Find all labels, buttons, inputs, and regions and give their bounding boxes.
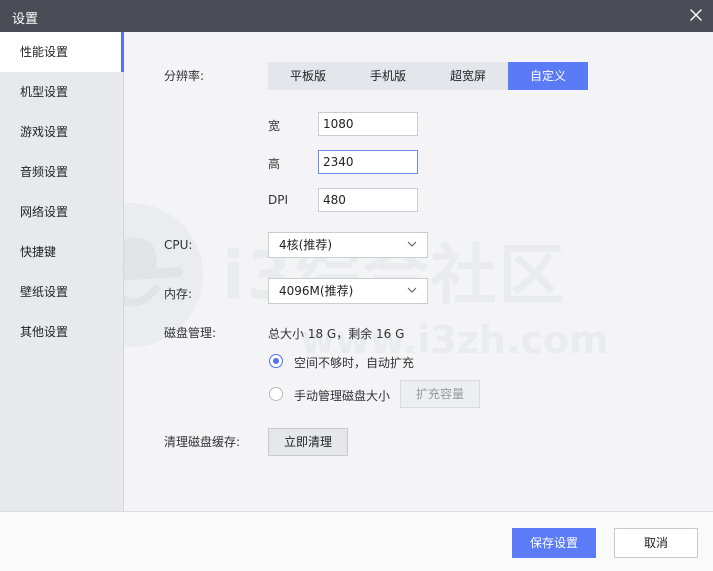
resolution-selector: 平板版 手机版 超宽屏 自定义 — [268, 62, 588, 90]
sidebar-item-other[interactable]: 其他设置 — [0, 312, 123, 352]
cpu-label: CPU: — [164, 238, 193, 252]
sidebar-item-label: 其他设置 — [20, 325, 69, 339]
clear-cache-label: 清理磁盘缓存: — [164, 435, 241, 449]
disk-management-label: 磁盘管理: — [164, 326, 217, 340]
resolution-option-custom[interactable]: 自定义 — [508, 62, 588, 90]
memory-label: 内存: — [164, 287, 193, 301]
sidebar-item-label: 游戏设置 — [20, 125, 69, 139]
sidebar-item-device-model[interactable]: 机型设置 — [0, 72, 123, 112]
close-icon[interactable] — [687, 6, 705, 24]
chevron-down-icon — [407, 287, 417, 293]
expand-capacity-button[interactable]: 扩充容量 — [400, 380, 480, 408]
sidebar-item-label: 性能设置 — [20, 45, 69, 59]
sidebar-item-performance[interactable]: 性能设置 — [0, 32, 124, 72]
sidebar-item-wallpaper[interactable]: 壁纸设置 — [0, 272, 123, 312]
disk-manual-radio[interactable] — [269, 387, 283, 401]
sidebar-item-network[interactable]: 网络设置 — [0, 192, 123, 232]
sidebar-item-label: 壁纸设置 — [20, 285, 69, 299]
sidebar-item-shortcuts[interactable]: 快捷键 — [0, 232, 123, 272]
settings-sidebar: 性能设置 机型设置 游戏设置 音频设置 网络设置 快捷键 壁纸设置 其他设置 — [0, 32, 124, 511]
memory-select-value: 4096M(推荐) — [279, 284, 354, 298]
performance-settings-panel: 分辨率: 平板版 手机版 超宽屏 自定义 宽 高 DPI CPU: 4核(推荐)… — [124, 32, 713, 511]
resolution-option-phone[interactable]: 手机版 — [348, 62, 428, 90]
width-label: 宽 — [268, 119, 281, 133]
clear-now-button[interactable]: 立即清理 — [268, 428, 348, 456]
dpi-label: DPI — [268, 193, 289, 207]
cancel-button[interactable]: 取消 — [614, 528, 698, 558]
chevron-down-icon — [407, 241, 417, 247]
sidebar-item-label: 网络设置 — [20, 205, 69, 219]
resolution-label: 分辨率: — [164, 69, 205, 83]
disk-auto-expand-radio[interactable] — [269, 354, 283, 368]
disk-manual-label[interactable]: 手动管理磁盘大小 — [294, 387, 390, 404]
height-input[interactable] — [318, 150, 418, 174]
disk-auto-expand-label[interactable]: 空间不够时，自动扩充 — [294, 354, 414, 371]
cpu-select[interactable]: 4核(推荐) — [268, 232, 428, 258]
dpi-input[interactable] — [318, 188, 418, 212]
sidebar-item-audio[interactable]: 音频设置 — [0, 152, 123, 192]
dialog-footer: 保存设置 取消 — [0, 511, 713, 571]
resolution-option-tablet[interactable]: 平板版 — [268, 62, 348, 90]
width-input[interactable] — [318, 112, 418, 136]
sidebar-item-label: 音频设置 — [20, 165, 69, 179]
sidebar-item-game[interactable]: 游戏设置 — [0, 112, 123, 152]
height-label: 高 — [268, 157, 281, 171]
disk-summary: 总大小 18 G，剩余 16 G — [268, 327, 405, 341]
window-title: 设置 — [12, 12, 39, 27]
sidebar-item-label: 机型设置 — [20, 85, 69, 99]
save-settings-button[interactable]: 保存设置 — [512, 528, 596, 558]
sidebar-item-label: 快捷键 — [20, 245, 57, 259]
resolution-option-ultrawide[interactable]: 超宽屏 — [428, 62, 508, 90]
cpu-select-value: 4核(推荐) — [279, 238, 332, 252]
memory-select[interactable]: 4096M(推荐) — [268, 278, 428, 304]
title-bar: 设置 — [0, 0, 713, 32]
